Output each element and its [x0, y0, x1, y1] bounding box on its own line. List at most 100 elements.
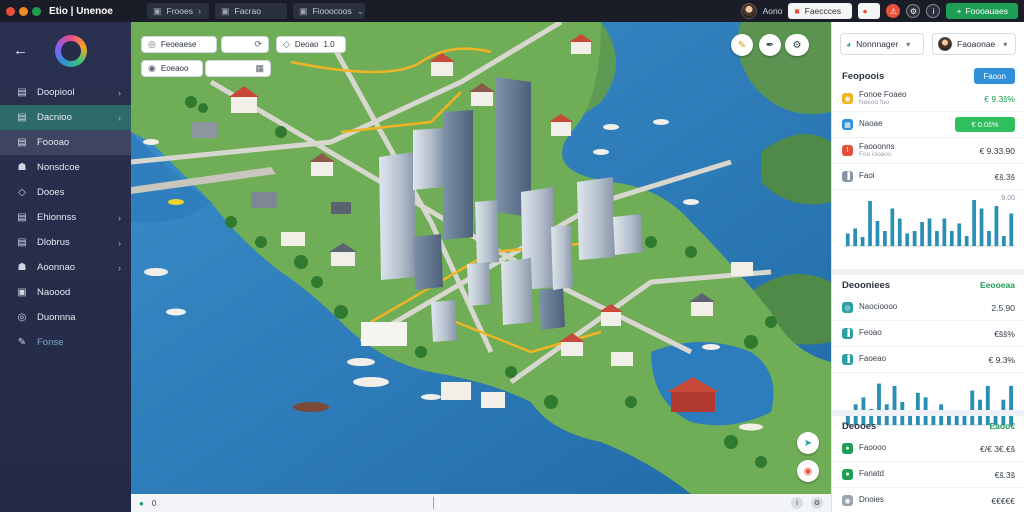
map-chip-1[interactable]: ◎ Feoeaese [141, 36, 217, 53]
list-item[interactable]: ▐ Feoao €šš% [832, 321, 1024, 347]
chart-icon: ▐ [842, 171, 853, 182]
chevron-right-icon: › [197, 6, 201, 16]
chart-bar [905, 233, 910, 246]
toolbar-chip-2[interactable]: ▣ Facrao [215, 3, 287, 19]
folder-icon: ▤ [17, 212, 27, 223]
list-item-value: €šš% [994, 328, 1015, 339]
user-selector-label: Faoaonae [957, 39, 996, 49]
list-item-value: € 9.3š% [984, 93, 1015, 104]
info-icon[interactable]: i [791, 497, 803, 509]
section-badge: Eeooeaa [980, 280, 1015, 290]
view-options-button[interactable]: ⚙ [785, 34, 809, 56]
city-map-view[interactable]: ◎ Feoeaese ⟳ ◇ Deoao 1.0 ◉ Eoeaoo ▦ ✎ ✒ … [131, 22, 831, 494]
sidebar-item-3[interactable]: ☗ Nonsdcoe [0, 155, 131, 180]
toolbar-chip-3[interactable]: ▣ Fiooocoos ⌄ [293, 3, 365, 19]
map-chip-3[interactable]: ◇ Deoao 1.0 [276, 36, 346, 53]
notifications-button[interactable]: ● [858, 3, 881, 19]
map-chip-2[interactable]: ⟳ [221, 36, 269, 53]
sidebar-item-8[interactable]: ▣ Naoood [0, 280, 131, 305]
sidebar-item-1[interactable]: ▤ Dacnioo › [0, 105, 131, 130]
sidebar-item-0[interactable]: ▤ Doopiool › [0, 80, 131, 105]
list-item-text: Naoae [859, 119, 883, 129]
folder-icon: ▤ [17, 237, 27, 248]
list-item[interactable]: ▐ Faoi €š.3š [832, 164, 1024, 190]
chart-bar [1001, 236, 1006, 246]
document-icon: ▣ [153, 5, 162, 16]
pencil-icon: ✎ [737, 39, 747, 51]
list-item[interactable]: ▦ Naoae € 0.0š% [832, 112, 1024, 138]
settings-button[interactable]: ⚙ [906, 4, 921, 18]
sidebar-nav: ▤ Doopiool › ▤ Dacnioo › ▤ Foooao ☗ Nonsdcoe ◇ Dooe… [0, 80, 131, 355]
sidebar-item-7[interactable]: ☗ Aoonnao › [0, 255, 131, 280]
section-action-button[interactable]: Faoon [974, 68, 1015, 84]
minimize-window-button[interactable] [19, 6, 28, 16]
sidebar-item-label: Ehionnss [37, 212, 77, 223]
list-item[interactable]: ! Faooonns Foo iooaoo € 9.33.90 [832, 138, 1024, 164]
sidebar-item-5[interactable]: ▤ Ehionnss › [0, 205, 131, 230]
map-chip-4[interactable]: ◉ Eoeaoo [141, 60, 203, 77]
map-canvas[interactable] [131, 22, 831, 494]
list-item-label: Naocioooo [859, 302, 898, 312]
chart-bar [964, 236, 969, 246]
value-pill[interactable]: € 0.0š% [955, 117, 1015, 132]
chart-icon: ▐ [842, 328, 853, 339]
sidebar-item-label: Aoonnao [37, 262, 76, 273]
dot-icon: ● [842, 469, 853, 480]
chart-bar [883, 231, 887, 246]
chart-bar [957, 223, 962, 246]
compass-button[interactable]: ➤ [797, 432, 819, 454]
list-item[interactable]: ◉ Fonoe Foaeo Neeoo foo € 9.3š% [832, 86, 1024, 112]
list-item[interactable]: ▐ Faoeao € 9.3% [832, 347, 1024, 373]
layers-icon: ◇ [283, 39, 290, 49]
list-item[interactable]: ● Faoooo €/€ 3€.€š [832, 436, 1024, 462]
maximize-window-button[interactable] [32, 6, 41, 16]
sidebar-item-2[interactable]: ▤ Foooao [0, 130, 131, 155]
chart-bar [875, 221, 880, 246]
sidebar-item-6[interactable]: ▤ Dlobrus › [0, 230, 131, 255]
list-item[interactable]: ◉ Dnoies €€€€€ [832, 488, 1024, 512]
draw-tool-button[interactable]: ✎ [731, 34, 753, 56]
center-field[interactable]: ■ Faeccces [788, 3, 853, 19]
sidebar-item-4[interactable]: ◇ Dooes [0, 180, 131, 205]
alert-button[interactable]: ⚠ [886, 4, 901, 18]
user-avatar[interactable] [740, 3, 757, 19]
sidebar-item-10[interactable]: ✎ Fonse [0, 330, 131, 355]
user-avatar [938, 37, 952, 51]
back-arrow-icon[interactable]: ← [13, 42, 28, 59]
app-logo [55, 35, 87, 67]
edit-tool-button[interactable]: ✒ [759, 34, 781, 56]
chart-bar [920, 222, 924, 246]
location-button[interactable]: ◉ [797, 460, 819, 482]
status-count: 0 [151, 498, 157, 508]
section-header: Feopoois Faoon [832, 66, 1024, 86]
manager-selector-label: Nonnnager [856, 39, 899, 49]
info-button[interactable]: i [926, 4, 941, 18]
close-window-button[interactable] [6, 6, 15, 16]
sidebar-item-9[interactable]: ◎ Duonnna [0, 305, 131, 330]
target-icon: ◎ [148, 39, 156, 49]
list-item-text: Faoeao [859, 354, 886, 364]
compass-icon: ➤ [803, 437, 813, 449]
map-chip-5[interactable]: ▦ [205, 60, 271, 77]
list-item-label: Fanatd [859, 469, 884, 479]
chevron-right-icon: › [118, 237, 121, 248]
list-item-text: Faooonns Foo iooaoo [859, 142, 895, 159]
toolbar-chip-1[interactable]: ▣ Frooes › [147, 3, 209, 19]
chart-icon: ▐ [842, 354, 853, 365]
primary-action-button[interactable]: + Foooauaes [946, 3, 1018, 19]
settings-icon[interactable]: ⚙ [811, 497, 823, 509]
list-item-value: €/€ 3€.€š [980, 443, 1015, 454]
list-item-value: € 9.3% [988, 354, 1015, 365]
list-item-text: Fanatd [859, 469, 884, 479]
sidebar: ← ▤ Doopiool › ▤ Dacnioo › ▤ Foooao ☗ Nonsdcoe ◇ Do… [0, 22, 131, 512]
user-selector[interactable]: Faoaonae ▾ [932, 33, 1016, 55]
list-item[interactable]: ◎ Naocioooo 2.5.90 [832, 295, 1024, 321]
chevron-right-icon: › [118, 262, 121, 273]
list-item[interactable]: ● Fanatd €š.3š [832, 462, 1024, 488]
brush-icon: ✎ [17, 337, 27, 348]
section-title: Feopoois [842, 70, 885, 82]
dot-icon: ● [842, 443, 853, 454]
sidebar-item-label: Dacnioo [37, 112, 72, 123]
map-chip-4-label: Eoeaoo [160, 64, 189, 73]
manager-selector[interactable]: ◕ Nonnnager ▾ [840, 33, 924, 55]
